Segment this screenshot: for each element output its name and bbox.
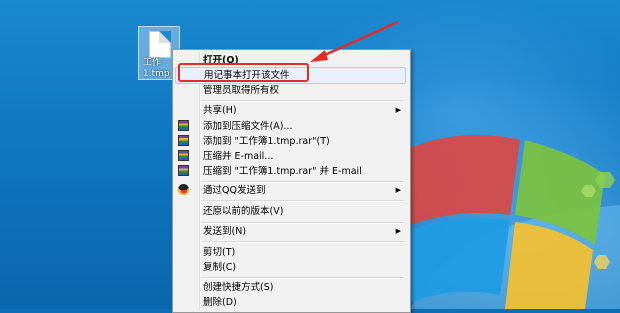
menu-item-compress-rar-email[interactable]: 压缩到 "工作簿1.tmp.rar" 并 E-mail: [175, 163, 406, 180]
submenu-arrow-icon: ▶: [395, 106, 401, 114]
winrar-icon: [178, 135, 189, 146]
winrar-icon: [178, 165, 189, 176]
menu-separator: [201, 241, 404, 243]
document-icon: [149, 31, 171, 58]
menu-item-send-to[interactable]: 发送到(N) ▶: [175, 223, 406, 240]
menu-item-send-via-qq[interactable]: 通过QQ发送到 ▶: [175, 182, 406, 199]
menu-item-share[interactable]: 共享(H) ▶: [175, 102, 406, 119]
menu-item-take-ownership[interactable]: 管理员取得所有权: [175, 82, 406, 99]
winrar-icon: [178, 150, 189, 161]
menu-item-copy[interactable]: 复制(C): [175, 259, 406, 276]
menu-separator: [201, 200, 404, 202]
menu-item-restore-previous[interactable]: 还原以前的版本(V): [175, 203, 406, 220]
winrar-icon: [178, 120, 189, 131]
submenu-arrow-icon: ▶: [395, 227, 401, 235]
qq-icon: [178, 184, 189, 195]
highlight-box: [178, 63, 309, 82]
submenu-arrow-icon: ▶: [395, 186, 401, 194]
menu-item-delete[interactable]: 删除(D): [175, 294, 406, 311]
context-menu: 打开(O) 用记事本打开该文件 管理员取得所有权 共享(H) ▶ 添加到压缩文件…: [172, 49, 411, 313]
